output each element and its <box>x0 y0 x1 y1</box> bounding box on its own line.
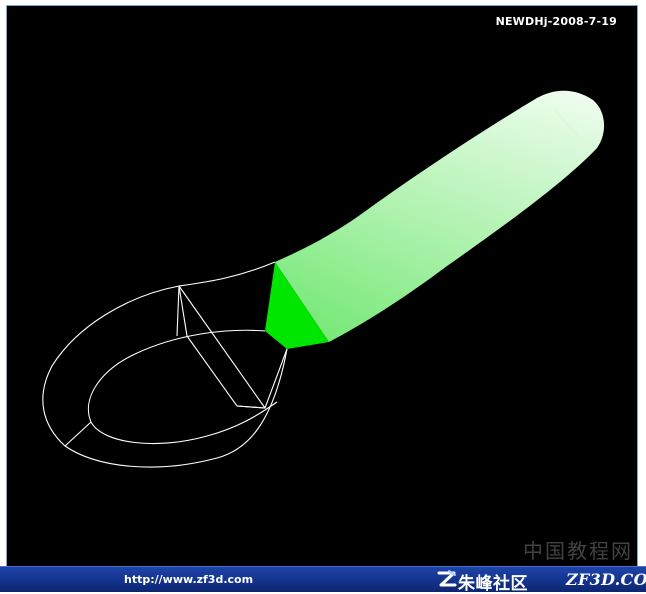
footer-domain-name: ZF3D.COM <box>566 570 646 589</box>
date-stamp: NEWDHj-2008-7-19 <box>495 15 617 28</box>
handle-shading-overlay <box>275 90 605 342</box>
spoon-model <box>42 90 605 468</box>
screenshot-frame: NEWDHj-2008-7-19 中国教程网 http://www.zf3d.c… <box>0 0 646 594</box>
footer-url-link[interactable]: http://www.zf3d.com <box>124 573 253 586</box>
site-watermark: 中国教程网 <box>523 535 633 564</box>
bowl-wireframe <box>42 261 288 468</box>
cad-viewport[interactable]: NEWDHj-2008-7-19 中国教程网 <box>7 6 637 566</box>
watermark-text: 中国教程网 <box>523 539 633 563</box>
footer-bar: http://www.zf3d.com 朱峰社区 ZF3D.COM <box>0 566 646 594</box>
footer-brand-name: 朱峰社区 <box>458 574 528 594</box>
zf-logo-icon <box>437 570 457 587</box>
